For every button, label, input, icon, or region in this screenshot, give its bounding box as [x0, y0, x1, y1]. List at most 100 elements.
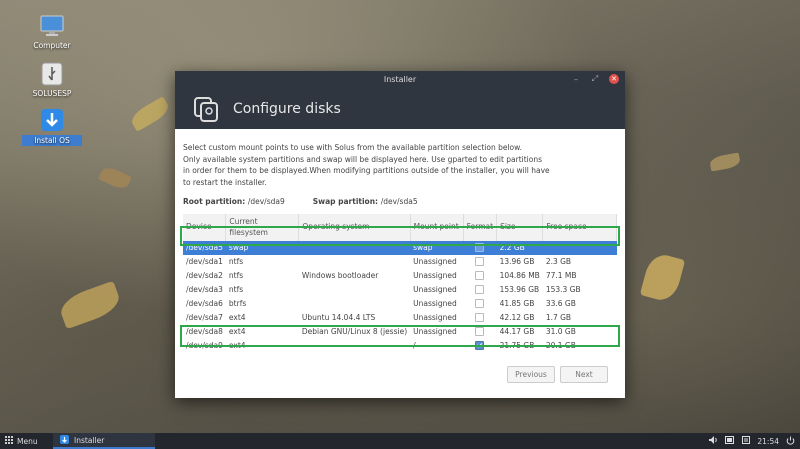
description-line: to restart the installer.	[183, 177, 267, 187]
cell-format[interactable]	[463, 339, 496, 353]
cell-size: 13.96 GB	[499, 256, 535, 266]
cell-device[interactable]: /dev/sda8	[183, 325, 226, 339]
column-header-size[interactable]: Size	[496, 213, 544, 241]
usb-drive-icon	[39, 62, 65, 86]
table-row[interactable]: /dev/sda7 ext4 Ubuntu 14.04.4 LTS Unassigne…	[183, 311, 617, 325]
leaf-decoration	[56, 280, 124, 330]
desktop-icon-install-os[interactable]: Install OS	[22, 108, 82, 146]
cell-device[interactable]: /dev/sda7	[183, 311, 226, 325]
format-checkbox[interactable]	[475, 285, 485, 295]
desktop-icon-computer[interactable]: Computer	[22, 14, 82, 50]
cell-size: 2.2 GB	[496, 240, 543, 255]
cell-device[interactable]: /dev/sda9	[183, 339, 226, 353]
cell-format[interactable]	[463, 240, 497, 255]
window-titlebar[interactable]: Installer – ⤢ ✕	[175, 71, 625, 88]
cell-format[interactable]	[463, 269, 496, 283]
cell-mount-point[interactable]: swap	[410, 240, 464, 255]
cell-free-space: 20.1 GB	[545, 340, 576, 350]
format-checkbox[interactable]	[475, 327, 485, 337]
cell-format[interactable]	[463, 255, 496, 269]
cell-filesystem: swap	[225, 240, 299, 255]
cell-os	[298, 240, 411, 255]
cell-free-space: 2.3 GB	[545, 256, 572, 266]
root-partition-value: /dev/sda9	[247, 197, 285, 206]
cell-mount-point[interactable]: Unassigned	[410, 325, 463, 339]
volume-icon[interactable]	[709, 436, 718, 446]
column-header-device[interactable]: Device	[183, 213, 227, 241]
cell-device[interactable]: /dev/sda3	[183, 283, 226, 297]
cell-mount-point[interactable]: Unassigned	[410, 255, 463, 269]
cell-device[interactable]: /dev/sda1	[183, 255, 226, 269]
format-checkbox[interactable]	[475, 271, 485, 281]
cell-filesystem: ntfs	[228, 284, 244, 294]
desktop-icon-solusesp[interactable]: SOLUSESP	[22, 62, 82, 98]
format-checkbox[interactable]	[475, 341, 485, 351]
cell-mount-point[interactable]: /	[410, 339, 463, 353]
taskbar-item-installer[interactable]: Installer	[53, 433, 155, 449]
cell-size: 42.12 GB	[499, 312, 535, 322]
download-arrow-icon	[39, 108, 65, 132]
clock[interactable]: 21:54	[757, 437, 779, 446]
table-row[interactable]: /dev/sda3 ntfs Unassigned 153.96 GB 153.3 GB	[183, 283, 617, 297]
page-title: Configure disks	[233, 100, 341, 117]
grid-icon	[5, 436, 13, 446]
column-header-free[interactable]: Free space	[542, 213, 617, 241]
minimize-icon[interactable]: –	[571, 74, 581, 84]
leaf-decoration	[639, 251, 686, 304]
table-row[interactable]: /dev/sda2 ntfs Windows bootloader Unassigne…	[183, 269, 617, 283]
format-checkbox[interactable]	[475, 313, 485, 323]
column-header-filesystem[interactable]: Current filesystem	[225, 213, 300, 241]
cell-size: 21.75 GB	[499, 340, 535, 350]
column-header-format[interactable]: Format	[463, 213, 498, 241]
table-header: Device Current filesystem Operating syst…	[183, 213, 617, 241]
taskbar-item-label: Installer	[74, 435, 105, 445]
power-icon[interactable]	[786, 436, 795, 447]
cell-format[interactable]	[463, 311, 496, 325]
window-title: Installer	[383, 75, 417, 84]
menu-label: Menu	[17, 436, 38, 446]
cell-os: Debian GNU/Linux 8 (jessie)	[301, 326, 408, 336]
cell-mount-point[interactable]: Unassigned	[410, 269, 463, 283]
cell-device[interactable]: /dev/sda6	[183, 297, 226, 311]
table-row[interactable]: /dev/sda9 ext4 / 21.75 GB 20.1 GB	[183, 339, 617, 353]
column-header-mount[interactable]: Mount point	[410, 213, 464, 241]
leaf-decoration	[128, 96, 172, 132]
cell-filesystem: ext4	[228, 312, 246, 322]
next-button[interactable]: Next	[560, 366, 608, 383]
cell-free-space: 77.1 MB	[545, 270, 577, 280]
format-checkbox[interactable]	[475, 257, 485, 267]
cell-filesystem: ntfs	[228, 270, 244, 280]
cell-free-space: 31.0 GB	[545, 326, 576, 336]
cell-format[interactable]	[463, 297, 496, 311]
cell-os	[299, 297, 410, 311]
table-row[interactable]: /dev/sda5 swap swap 2.2 GB	[183, 240, 617, 255]
leaf-decoration	[709, 152, 741, 172]
column-header-os[interactable]: Operating system	[298, 213, 411, 241]
cell-filesystem: ntfs	[228, 256, 244, 266]
menu-button[interactable]: Menu	[0, 436, 45, 446]
cell-format[interactable]	[463, 283, 496, 297]
format-checkbox[interactable]	[475, 243, 485, 253]
cell-os	[299, 339, 410, 353]
cell-mount-point[interactable]: Unassigned	[410, 311, 463, 325]
cell-mount-point[interactable]: Unassigned	[410, 283, 463, 297]
leaf-decoration	[98, 164, 132, 192]
cell-device[interactable]: /dev/sda5	[183, 240, 226, 255]
cell-free-space	[542, 240, 617, 255]
notifications-icon[interactable]	[742, 436, 751, 446]
desktop-icon-label: Install OS	[22, 135, 82, 146]
cell-mount-point[interactable]: Unassigned	[410, 297, 463, 311]
close-icon[interactable]: ✕	[609, 74, 619, 84]
table-row[interactable]: /dev/sda8 ext4 Debian GNU/Linux 8 (jessie)…	[183, 325, 617, 339]
cell-device[interactable]: /dev/sda2	[183, 269, 226, 283]
download-arrow-icon	[60, 434, 69, 446]
table-row[interactable]: /dev/sda1 ntfs Unassigned 13.96 GB 2.3 GB	[183, 255, 617, 269]
maximize-icon[interactable]: ⤢	[590, 74, 600, 84]
description-line: Select custom mount points to use with S…	[183, 143, 522, 152]
table-row[interactable]: /dev/sda6 btrfs Unassigned 41.85 GB 33.6 GB	[183, 297, 617, 311]
taskbar: Menu Installer 21:54	[0, 433, 800, 449]
format-checkbox[interactable]	[475, 299, 485, 309]
previous-button[interactable]: Previous	[507, 366, 555, 383]
battery-icon[interactable]	[725, 436, 735, 446]
cell-format[interactable]	[463, 325, 496, 339]
